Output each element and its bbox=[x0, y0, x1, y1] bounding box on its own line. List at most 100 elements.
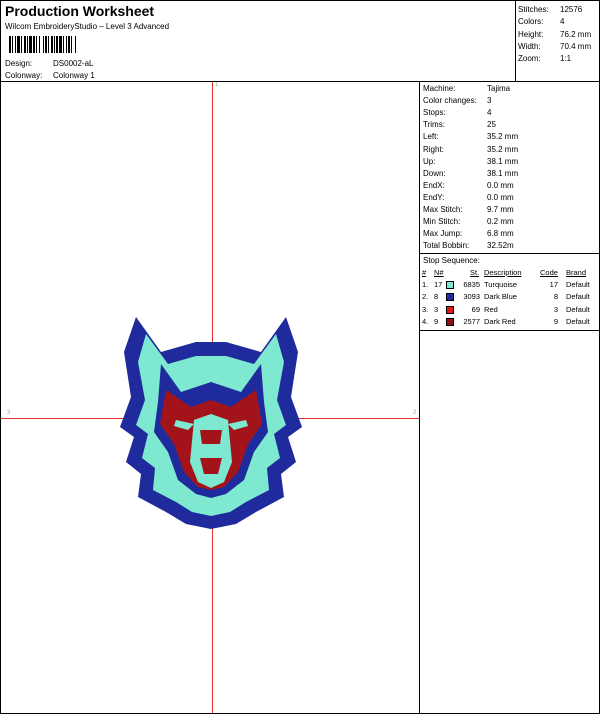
colors-row: Colors: 4 bbox=[518, 17, 564, 26]
color-swatch bbox=[446, 317, 454, 326]
row-needle: 8 bbox=[434, 292, 439, 302]
machine-info-label: Left: bbox=[423, 132, 439, 142]
row-stitches: 6835 bbox=[463, 280, 480, 289]
software-name: Wilcom EmbroideryStudio – Level 3 Advanc… bbox=[5, 22, 170, 31]
stop-sequence-header: # N# St. Description Code Brand bbox=[422, 268, 598, 279]
machine-info-value: 38.1 mm bbox=[487, 168, 519, 178]
col-num-header: # bbox=[422, 268, 427, 277]
row-code: 9 bbox=[553, 316, 558, 326]
machine-info-value: 3 bbox=[487, 96, 492, 106]
row-needle: 17 bbox=[434, 280, 443, 289]
machine-info-value: 0.0 mm bbox=[487, 180, 514, 190]
page-title: Production Worksheet bbox=[5, 3, 155, 19]
machine-info-label: Max Jump: bbox=[423, 229, 463, 239]
stitches-value: 12576 bbox=[560, 5, 583, 14]
wolf-nose bbox=[200, 430, 222, 444]
machine-info-value: 0.0 mm bbox=[487, 192, 514, 202]
col-st-header: St. bbox=[470, 268, 480, 277]
row-description: Turquoise bbox=[484, 280, 518, 289]
design-value: DS0002-aL bbox=[53, 59, 94, 68]
machine-info-row: EndX: 0.0 mm bbox=[423, 181, 514, 190]
row-brand: Default bbox=[566, 292, 590, 302]
row-code: 8 bbox=[553, 292, 558, 302]
machine-info-label: Machine: bbox=[423, 84, 456, 93]
machine-info-label: Max Stitch: bbox=[423, 205, 463, 214]
col-brand-header: Brand bbox=[566, 268, 587, 277]
machine-info-row: Stops: 4 bbox=[423, 108, 491, 117]
machine-info-row: Max Jump: 6.8 mm bbox=[423, 229, 514, 238]
machine-info-row: Min Stitch: 0.2 mm bbox=[423, 217, 514, 226]
row-num: 1. bbox=[422, 280, 429, 289]
machine-info: Machine: Tajima Color changes: 3 Stops: 4 Trim… bbox=[420, 82, 599, 254]
machine-info-row: Trims: 25 bbox=[423, 120, 496, 129]
machine-info-row: Machine: Tajima bbox=[423, 84, 510, 93]
machine-info-row: Total Bobbin: 32.52m bbox=[423, 241, 514, 250]
row-stitches: 3093 bbox=[463, 292, 480, 302]
machine-info-label: Min Stitch: bbox=[423, 217, 461, 227]
machine-info-row: Color changes: 3 bbox=[423, 96, 491, 105]
guide-label-right: 2 bbox=[413, 410, 417, 416]
row-description: Red bbox=[484, 304, 498, 314]
machine-info-value: 35.2 mm bbox=[487, 132, 519, 142]
machine-info-value: Tajima bbox=[487, 84, 511, 93]
colors-value: 4 bbox=[560, 17, 565, 26]
guide-label-left: 3 bbox=[7, 410, 11, 416]
machine-info-value: 25 bbox=[487, 120, 496, 130]
machine-info-label: Down: bbox=[423, 168, 446, 178]
machine-info-label: EndY: bbox=[423, 192, 445, 202]
machine-info-row: Down: 38.1 mm bbox=[423, 169, 518, 178]
colors-label: Colors: bbox=[518, 17, 544, 26]
design-canvas: 1 3 2 bbox=[1, 82, 420, 713]
stitches-row: Stitches: 12576 bbox=[518, 5, 582, 14]
machine-info-label: Trims: bbox=[423, 120, 445, 130]
height-value: 76.2 mm bbox=[560, 30, 592, 39]
machine-info-label: Stops: bbox=[423, 108, 446, 118]
stop-sequence: Stop Sequence: # N# St. Description Code… bbox=[420, 254, 599, 331]
wolf-head-embroidery bbox=[120, 317, 302, 529]
row-brand: Default bbox=[566, 316, 590, 326]
row-code: 3 bbox=[553, 304, 558, 314]
row-brand: Default bbox=[566, 304, 590, 314]
machine-info-value: 38.1 mm bbox=[487, 156, 519, 166]
row-needle: 3 bbox=[434, 304, 439, 314]
machine-info-value: 9.7 mm bbox=[487, 205, 514, 214]
color-swatch bbox=[446, 281, 454, 289]
stop-sequence-row: 1. 17 6835 Turquoise 17 Default bbox=[422, 280, 598, 291]
guide-label-top: 1 bbox=[215, 82, 219, 88]
design-row: Design: DS0002-aL bbox=[5, 59, 93, 68]
width-value: 70.4 mm bbox=[560, 42, 592, 51]
width-label: Width: bbox=[518, 42, 541, 51]
zoom-value: 1:1 bbox=[560, 54, 572, 63]
width-row: Width: 70.4 mm bbox=[518, 42, 591, 51]
machine-info-value: 32.52m bbox=[487, 241, 514, 251]
details-panel: Machine: Tajima Color changes: 3 Stops: 4 Trim… bbox=[420, 82, 599, 713]
stitches-label: Stitches: bbox=[518, 5, 549, 14]
row-num: 4. bbox=[422, 316, 429, 326]
stop-sequence-row: 2. 8 3093 Dark Blue 8 Default bbox=[422, 292, 598, 303]
machine-info-row: EndY: 0.0 mm bbox=[423, 193, 514, 202]
design-stats: Stitches: 12576 Colors: 4 Height: 76.2 mm W… bbox=[516, 1, 599, 82]
colorway-label: Colonway: bbox=[5, 71, 43, 80]
machine-info-row: Left: 35.2 mm bbox=[423, 132, 518, 141]
row-num: 3. bbox=[422, 304, 429, 314]
stop-sequence-title: Stop Sequence: bbox=[423, 256, 480, 265]
design-label: Design: bbox=[5, 59, 33, 68]
height-row: Height: 76.2 mm bbox=[518, 30, 591, 39]
zoom-row: Zoom: 1:1 bbox=[518, 54, 571, 63]
worksheet-header: Production Worksheet Wilcom EmbroiderySt… bbox=[1, 1, 516, 82]
wolf-snout bbox=[190, 414, 232, 488]
machine-info-value: 35.2 mm bbox=[487, 144, 519, 154]
row-num: 2. bbox=[422, 292, 429, 302]
color-swatch bbox=[446, 305, 454, 314]
color-swatch bbox=[446, 293, 454, 302]
machine-info-label: Right: bbox=[423, 144, 444, 154]
zoom-label: Zoom: bbox=[518, 54, 541, 63]
machine-info-value: 4 bbox=[487, 108, 492, 118]
machine-info-row: Max Stitch: 9.7 mm bbox=[423, 205, 514, 214]
row-needle: 9 bbox=[434, 316, 439, 326]
barcode bbox=[9, 36, 76, 53]
machine-info-row: Up: 38.1 mm bbox=[423, 157, 518, 166]
col-n-header: N# bbox=[434, 268, 444, 277]
row-code: 17 bbox=[549, 280, 558, 289]
colorway-row: Colonway: Colonway 1 bbox=[5, 71, 95, 80]
